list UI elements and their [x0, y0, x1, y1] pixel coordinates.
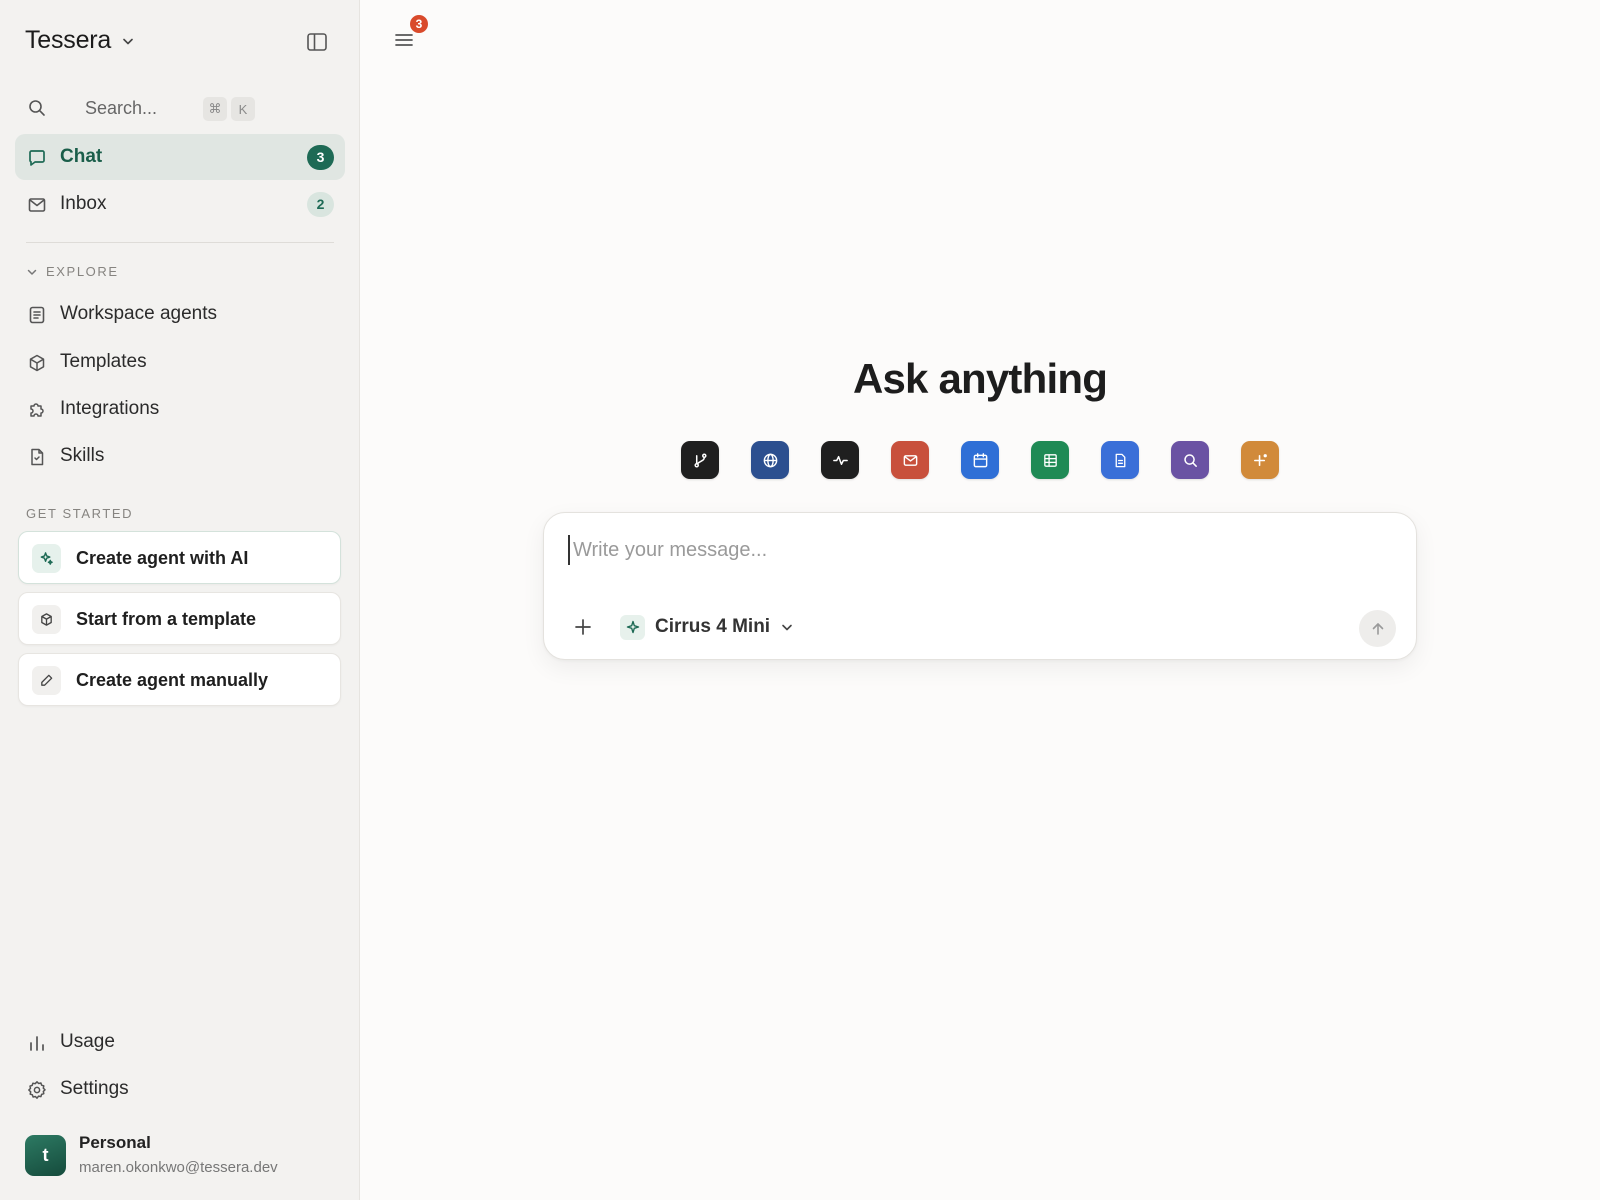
message-input[interactable] [568, 535, 1388, 565]
explore-section-toggle[interactable]: EXPLORE [26, 264, 119, 279]
calendar-icon[interactable] [961, 441, 999, 479]
sidebar-item-label: Integrations [60, 398, 160, 419]
card-label: Start from a template [76, 609, 257, 629]
sidebar-item-label: Usage [60, 1031, 115, 1052]
search-icon [28, 99, 46, 117]
shortcut-k-key: K [231, 97, 255, 121]
git-branch-icon[interactable] [681, 441, 719, 479]
shortcut-mod-key: ⌘ [203, 97, 227, 121]
sidebar-item-templates[interactable]: Templates [15, 339, 345, 385]
plus-icon[interactable] [572, 616, 594, 638]
model-selector[interactable]: Cirrus 4 Mini [620, 614, 794, 640]
sparkle-icon [32, 544, 61, 573]
app-name: Tessera [25, 26, 112, 54]
sidebar-item-inbox[interactable]: Inbox 2 [15, 181, 345, 227]
sidebar-item-label: Workspace agents [60, 303, 218, 324]
plus-sparkle-icon[interactable] [1241, 441, 1279, 479]
sidebar-item-settings[interactable]: Settings [15, 1066, 345, 1112]
search-icon[interactable] [1171, 441, 1209, 479]
chevron-down-icon [26, 266, 38, 278]
search-input[interactable] [85, 94, 205, 122]
sidebar-item-label: Chat [60, 146, 103, 167]
sidebar-item-label: Inbox [60, 193, 107, 214]
page-title: Ask anything [852, 355, 1108, 402]
arrow-up-icon [1370, 621, 1386, 637]
account-name: Personal [79, 1133, 151, 1152]
sidebar-item-label: Templates [60, 351, 147, 372]
get-started-heading-text: GET STARTED [26, 506, 134, 521]
chat-bubble-icon [27, 148, 47, 168]
chevron-down-icon [780, 620, 794, 634]
globe-icon[interactable] [751, 441, 789, 479]
mail-icon [27, 195, 47, 215]
sidebar-item-label: Skills [60, 445, 105, 466]
table-icon[interactable] [1031, 441, 1069, 479]
gear-icon [27, 1080, 47, 1100]
mail-icon[interactable] [891, 441, 929, 479]
sidebar: Tessera ⌘ K Chat 3 Inbox 2 EXPLO [0, 0, 360, 1200]
create-agent-manually-button[interactable]: Create agent manually [18, 653, 341, 706]
pencil-icon [32, 666, 61, 695]
file-icon [27, 447, 47, 467]
document-icon[interactable] [1101, 441, 1139, 479]
bar-chart-icon [27, 1033, 47, 1053]
search-bar[interactable]: ⌘ K [15, 88, 345, 128]
sidebar-divider [26, 242, 334, 243]
inbox-count-badge: 2 [307, 191, 334, 217]
document-list-icon [27, 305, 47, 325]
sidebar-item-skills[interactable]: Skills [15, 433, 345, 479]
sidebar-item-workspace-agents[interactable]: Workspace agents [15, 291, 345, 337]
account-email: maren.okonkwo@tessera.dev [79, 1159, 278, 1176]
sidebar-item-usage[interactable]: Usage [15, 1019, 345, 1065]
sidebar-toggle-icon[interactable] [305, 30, 329, 54]
notification-badge: 3 [408, 13, 430, 35]
account-menu[interactable]: t Personal maren.okonkwo@tessera.dev [25, 1133, 335, 1177]
get-started-heading: GET STARTED [26, 506, 133, 521]
create-agent-with-ai-button[interactable]: Create agent with AI [18, 531, 341, 584]
chat-count-badge: 3 [307, 144, 334, 170]
cube-icon [32, 605, 61, 634]
sparkle-icon [620, 614, 645, 640]
message-composer: Cirrus 4 Mini [543, 512, 1417, 660]
sidebar-item-label: Settings [60, 1078, 129, 1099]
cube-icon [27, 353, 47, 373]
sidebar-item-chat[interactable]: Chat 3 [15, 134, 345, 180]
chevron-down-icon [121, 34, 135, 48]
start-from-template-button[interactable]: Start from a template [18, 592, 341, 645]
send-button[interactable] [1359, 610, 1396, 647]
sidebar-item-integrations[interactable]: Integrations [15, 386, 345, 432]
card-label: Create agent with AI [76, 548, 249, 568]
puzzle-icon [27, 400, 47, 420]
explore-heading: EXPLORE [46, 264, 119, 279]
card-label: Create agent manually [76, 670, 269, 690]
tool-shortcuts [681, 441, 1279, 479]
activity-icon[interactable] [821, 441, 859, 479]
model-name: Cirrus 4 Mini [655, 616, 771, 637]
workspace-switcher[interactable]: Tessera [25, 26, 135, 55]
avatar: t [25, 1135, 66, 1176]
